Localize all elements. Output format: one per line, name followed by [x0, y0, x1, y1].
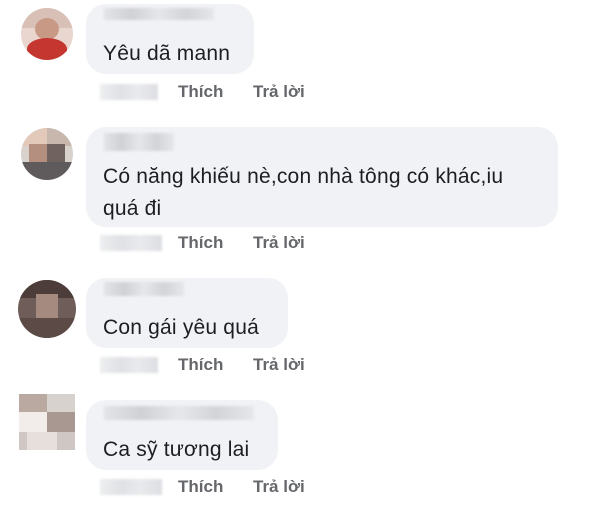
like-button[interactable]: Thích: [178, 353, 223, 377]
avatar[interactable]: [19, 394, 75, 450]
like-button[interactable]: Thích: [178, 80, 223, 104]
like-button[interactable]: Thích: [178, 475, 223, 499]
author-name-blurred[interactable]: [104, 406, 254, 420]
comment-bubble: Con gái yêu quá: [86, 278, 288, 348]
comment-text: Con gái yêu quá: [103, 316, 259, 339]
comment-bubble: Yêu dã mann: [86, 4, 254, 74]
reply-button[interactable]: Trả lời: [253, 231, 305, 255]
reply-button[interactable]: Trả lời: [253, 475, 305, 499]
author-name-blurred[interactable]: [104, 133, 174, 151]
comment-text: Ca sỹ tương lai: [103, 438, 250, 461]
avatar[interactable]: [21, 8, 73, 60]
like-button[interactable]: Thích: [178, 231, 223, 255]
author-name-blurred[interactable]: [104, 282, 184, 296]
comment-actions: Thích Trả lời: [100, 475, 330, 499]
comment-bubble: Ca sỹ tương lai: [86, 400, 278, 470]
author-name-blurred[interactable]: [104, 8, 214, 20]
reply-button[interactable]: Trả lời: [253, 80, 305, 104]
timestamp-blurred[interactable]: [100, 84, 158, 100]
timestamp-blurred[interactable]: [100, 357, 158, 373]
comment-text: Yêu dã mann: [103, 42, 231, 65]
timestamp-blurred[interactable]: [100, 235, 162, 251]
reply-button[interactable]: Trả lời: [253, 353, 305, 377]
avatar[interactable]: [18, 280, 76, 338]
comment-actions: Thích Trả lời: [100, 80, 330, 104]
comment-text: Có năng khiếu nè,con nhà tông có khác,iu…: [103, 165, 504, 220]
timestamp-blurred[interactable]: [100, 479, 162, 495]
comment-actions: Thích Trả lời: [100, 231, 330, 255]
comment-actions: Thích Trả lời: [100, 353, 330, 377]
comment-bubble: Có năng khiếu nè,con nhà tông có khác,iu…: [86, 127, 558, 227]
avatar[interactable]: [21, 128, 73, 180]
